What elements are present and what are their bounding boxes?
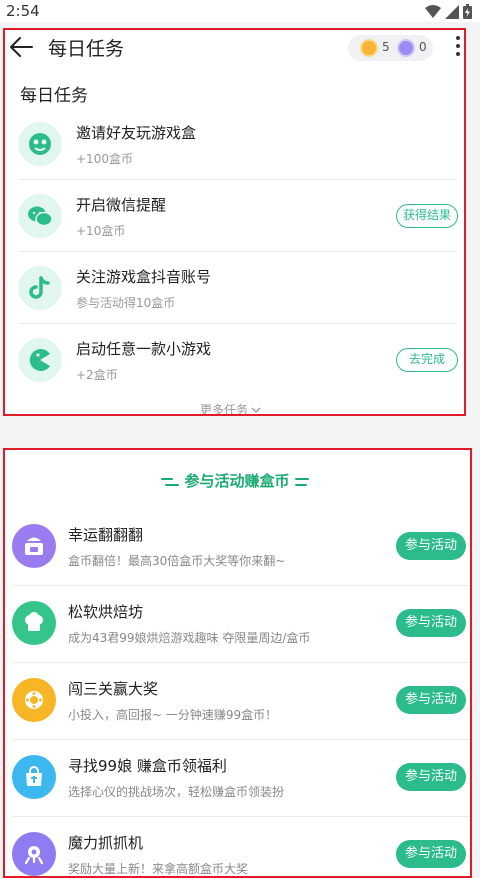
status-bar: 2:54: [0, 0, 480, 22]
wifi-icon: [425, 4, 441, 18]
battery-icon: [463, 4, 472, 19]
highlight-frame-bottom: [3, 448, 472, 878]
status-time: 2:54: [6, 2, 40, 20]
highlight-frame-top: [3, 28, 466, 416]
status-icons: [425, 4, 472, 19]
signal-icon: [445, 4, 459, 19]
